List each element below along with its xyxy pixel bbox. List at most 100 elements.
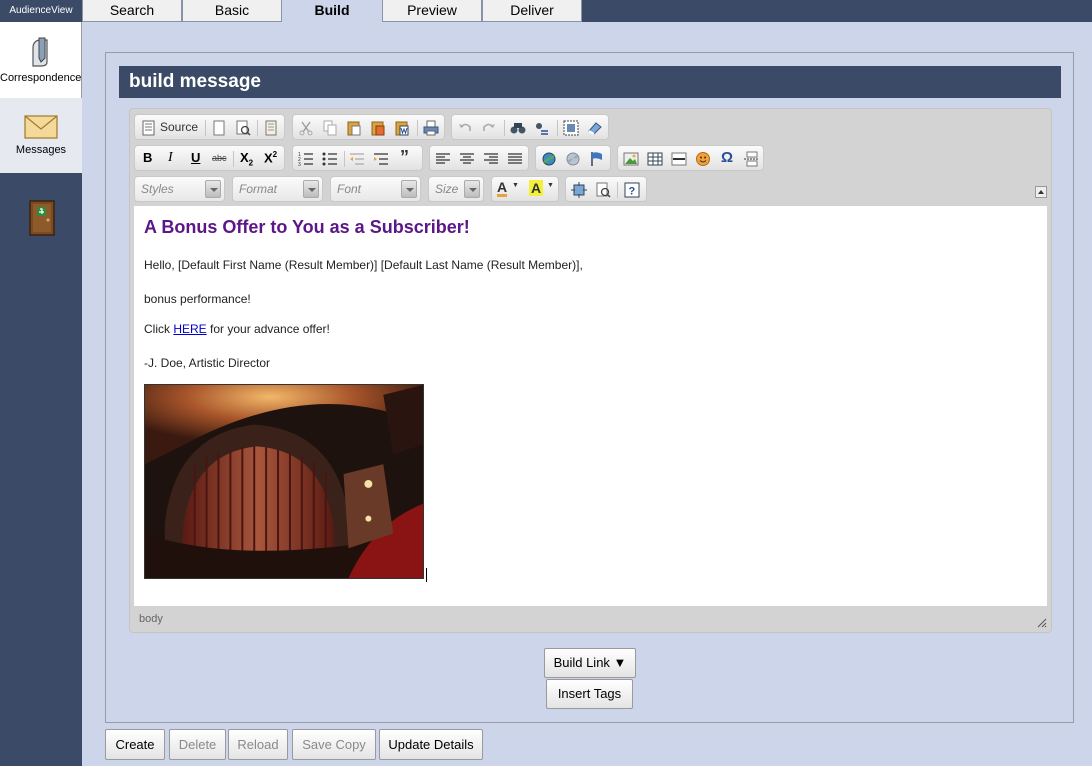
subscript-button[interactable]: X2 <box>240 150 253 168</box>
toolbar-group-paragraph: 123 ” <box>292 145 423 171</box>
reload-button[interactable]: Reload <box>228 729 288 760</box>
exit-door-icon[interactable] <box>28 200 56 236</box>
align-justify-icon[interactable] <box>506 150 524 168</box>
show-blocks-icon[interactable] <box>594 181 612 199</box>
text-color-button[interactable]: A <box>497 180 508 197</box>
find-icon[interactable] <box>509 119 527 137</box>
horizontal-rule-icon[interactable] <box>670 150 688 168</box>
redo-icon[interactable] <box>480 119 498 137</box>
insert-tags-button[interactable]: Insert Tags <box>546 679 633 709</box>
update-details-button[interactable]: Update Details <box>379 729 483 760</box>
print-icon[interactable] <box>422 119 440 137</box>
tab-basic[interactable]: Basic <box>182 0 282 22</box>
toolbar-group-links <box>535 145 611 171</box>
text-cursor <box>426 568 427 582</box>
sidebar-item-messages[interactable]: Messages <box>0 98 82 173</box>
replace-icon[interactable] <box>533 119 551 137</box>
chevron-down-icon <box>205 180 221 198</box>
maximize-icon[interactable] <box>570 181 588 199</box>
table-icon[interactable] <box>646 150 664 168</box>
unlink-icon[interactable] <box>564 150 582 168</box>
toolbar-group-document: Source <box>134 114 285 140</box>
templates-icon[interactable] <box>262 119 280 137</box>
toolbar-group-editing <box>451 114 609 140</box>
paste-text-icon[interactable] <box>369 119 387 137</box>
bold-button[interactable]: B <box>143 150 152 165</box>
build-message-panel: build message Source B I U abc X2 X2 1 2… <box>105 52 1074 723</box>
sidebar-item-correspondence[interactable]: Correspondence <box>0 22 82 98</box>
build-link-button[interactable]: Build Link ▼ <box>544 648 636 678</box>
styles-dropdown[interactable]: Styles <box>134 176 225 202</box>
tab-preview[interactable]: Preview <box>382 0 482 22</box>
align-right-icon[interactable] <box>482 150 500 168</box>
source-icon[interactable] <box>140 119 158 137</box>
image-icon[interactable] <box>622 150 640 168</box>
font-dropdown[interactable]: Font <box>330 176 421 202</box>
paste-icon[interactable] <box>345 119 363 137</box>
size-dropdown-label: Size <box>435 182 459 196</box>
anchor-flag-icon[interactable] <box>588 150 606 168</box>
editor-content-area[interactable]: A Bonus Offer to You as a Subscriber! He… <box>134 206 1047 606</box>
blockquote-button[interactable]: ” <box>400 147 409 168</box>
underline-button[interactable]: U <box>191 150 200 165</box>
cut-icon[interactable] <box>297 119 315 137</box>
offer-link[interactable]: HERE <box>173 322 206 336</box>
app-title: AudienceView <box>0 0 82 22</box>
numbered-list-icon[interactable]: 123 <box>297 150 315 168</box>
format-dropdown[interactable]: Format <box>232 176 323 202</box>
chevron-down-icon <box>303 180 319 198</box>
align-left-icon[interactable] <box>434 150 452 168</box>
select-all-icon[interactable] <box>562 119 580 137</box>
sidebar-item-label: Correspondence <box>0 72 82 84</box>
theatre-interior-photo[interactable] <box>144 384 424 579</box>
background-color-button[interactable]: A <box>529 180 544 196</box>
tab-search[interactable]: Search <box>82 0 182 22</box>
sidebar-item-label: Messages <box>15 144 67 156</box>
toolbar-group-basicstyles: B I U abc X2 X2 <box>134 145 285 171</box>
tab-deliver[interactable]: Deliver <box>482 0 582 22</box>
text-color-arrow[interactable]: ▼ <box>512 182 519 189</box>
resize-grip-icon[interactable] <box>1035 616 1047 628</box>
undo-icon[interactable] <box>456 119 474 137</box>
special-char-button[interactable]: Ω <box>721 149 733 166</box>
chevron-down-icon <box>401 180 417 198</box>
size-dropdown[interactable]: Size <box>428 176 484 202</box>
new-page-icon[interactable] <box>210 119 228 137</box>
format-dropdown-label: Format <box>239 182 278 196</box>
offer-suffix: for your advance offer! <box>206 322 330 336</box>
message-heading: A Bonus Offer to You as a Subscriber! <box>144 217 470 237</box>
source-button[interactable]: Source <box>160 120 198 134</box>
align-center-icon[interactable] <box>458 150 476 168</box>
strikethrough-button[interactable]: abc <box>212 153 227 163</box>
italic-button[interactable]: I <box>168 150 173 166</box>
smiley-icon[interactable] <box>694 150 712 168</box>
paste-word-icon[interactable] <box>393 119 411 137</box>
indent-icon[interactable] <box>372 150 390 168</box>
envelope-icon <box>24 115 58 139</box>
background-color-arrow[interactable]: ▼ <box>547 182 554 189</box>
toolbar-group-colors: A ▼ A ▼ <box>491 176 559 202</box>
remove-format-icon[interactable] <box>586 119 604 137</box>
help-icon[interactable]: ? <box>623 181 641 199</box>
outdent-icon[interactable] <box>348 150 366 168</box>
delete-button[interactable]: Delete <box>169 729 226 760</box>
copy-icon[interactable] <box>321 119 339 137</box>
page-break-icon[interactable] <box>742 150 760 168</box>
tab-build[interactable]: Build <box>282 0 382 24</box>
collapse-toolbar-button[interactable] <box>1035 186 1047 198</box>
page-title: build message <box>119 66 1061 98</box>
styles-dropdown-label: Styles <box>141 182 174 196</box>
svg-text:3: 3 <box>298 162 301 168</box>
font-dropdown-label: Font <box>337 182 362 196</box>
message-signature: -J. Doe, Artistic Director <box>144 356 271 370</box>
offer-prefix: Click <box>144 322 174 336</box>
bulleted-list-icon[interactable] <box>321 150 339 168</box>
save-copy-button[interactable]: Save Copy <box>292 729 376 760</box>
preview-icon[interactable] <box>234 119 252 137</box>
superscript-button[interactable]: X2 <box>264 150 277 165</box>
message-offer-line: Click HERE for your advance offer! <box>144 322 330 336</box>
link-icon[interactable] <box>540 150 558 168</box>
toolbar-group-clipboard <box>292 114 445 140</box>
svg-text:?: ? <box>629 186 636 198</box>
create-button[interactable]: Create <box>105 729 165 760</box>
